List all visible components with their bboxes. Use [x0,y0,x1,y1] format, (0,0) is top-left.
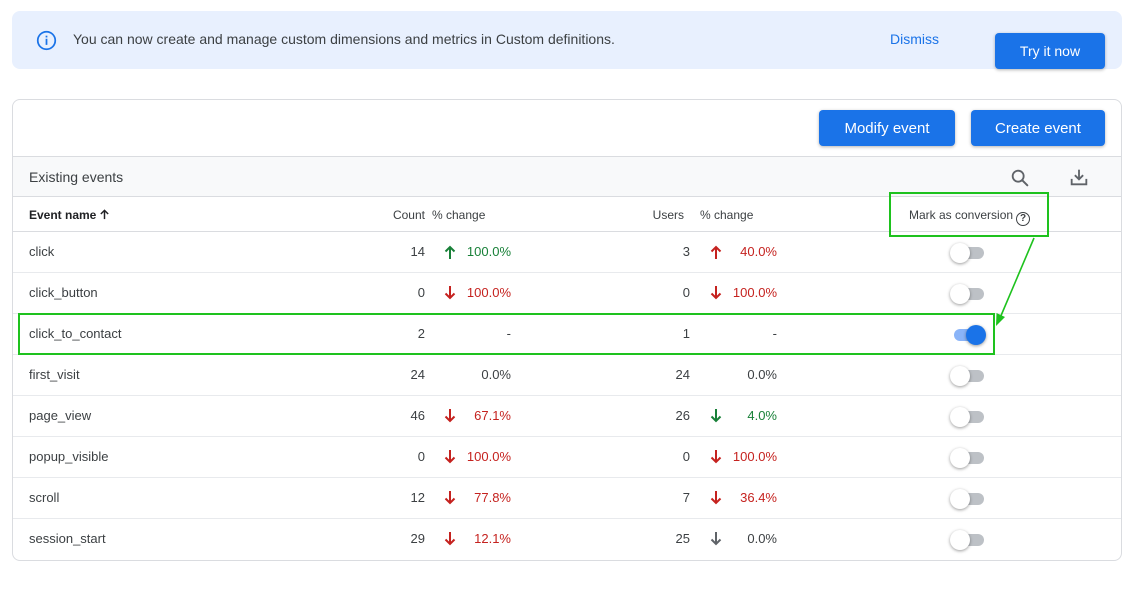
column-event-name[interactable]: Event name [29,208,110,222]
conversion-toggle[interactable] [950,366,986,386]
users-change: 36.4% [740,490,777,505]
events-table-body: click 14 100.0% 3 40.0% click_button 0 100.0% 0 1… [13,232,1121,560]
existing-events-bar: Existing events [13,156,1121,197]
toggle-knob [950,243,970,263]
banner-message: You can now create and manage custom dim… [73,31,615,47]
section-title: Existing events [29,169,124,185]
users-change: 0.0% [747,531,777,546]
event-count: 12 [410,490,425,505]
table-row[interactable]: first_visit 24 0.0% 24 0.0% [13,355,1121,396]
conversion-toggle[interactable] [950,407,986,427]
count-change: 100.0% [466,285,511,300]
events-card: Modify event Create event Existing event… [12,99,1122,561]
try-it-now-button[interactable]: Try it now [995,33,1105,69]
users-change: 40.0% [740,244,777,259]
toggle-knob [950,530,970,550]
toggle-knob [950,448,970,468]
arrow-down-icon [444,409,456,423]
arrow-down-icon [710,532,722,546]
arrow-up-icon [444,245,456,259]
dismiss-button[interactable]: Dismiss [890,31,939,47]
toggle-knob [950,284,970,304]
event-name[interactable]: scroll [29,490,59,505]
event-name[interactable]: click [29,244,54,259]
event-users: 1 [682,326,690,341]
users-change: 100.0% [732,285,777,300]
event-count: 0 [417,285,425,300]
event-name[interactable]: popup_visible [29,449,109,464]
column-users[interactable]: Users [653,208,684,222]
event-users: 0 [682,285,690,300]
table-row[interactable]: session_start 29 12.1% 25 0.0% [13,519,1121,560]
table-row[interactable]: click_button 0 100.0% 0 100.0% [13,273,1121,314]
help-icon[interactable]: ? [1016,212,1031,226]
toggle-knob [950,407,970,427]
download-icon[interactable] [1068,166,1090,188]
event-count: 14 [410,244,425,259]
event-count: 24 [410,367,425,382]
toggle-knob [950,489,970,509]
event-users: 3 [682,244,690,259]
users-change: - [772,326,777,341]
toggle-knob [950,366,970,386]
arrow-down-icon [710,409,722,423]
arrow-down-icon [444,450,456,464]
event-count: 29 [410,531,425,546]
event-name[interactable]: click_to_contact [29,326,122,341]
create-event-button[interactable]: Create event [971,110,1105,146]
event-count: 2 [417,326,425,341]
event-users: 24 [675,367,690,382]
event-users: 26 [675,408,690,423]
column-mark-as-conversion: Mark as conversion? [909,208,1031,226]
arrow-down-icon [444,491,456,505]
count-change: 0.0% [481,367,511,382]
arrow-down-icon [444,286,456,300]
table-row[interactable]: click_to_contact 2 - 1 - [13,314,1121,355]
event-users: 0 [682,449,690,464]
event-name[interactable]: page_view [29,408,91,423]
table-row[interactable]: page_view 46 67.1% 26 4.0% [13,396,1121,437]
conversion-toggle[interactable] [950,284,986,304]
column-count[interactable]: Count [393,208,425,222]
users-change: 0.0% [747,367,777,382]
conversion-toggle[interactable] [950,325,986,345]
sort-arrow-up-icon [100,209,110,220]
arrow-down-icon [444,532,456,546]
conversion-toggle[interactable] [950,243,986,263]
count-change: 100.0% [466,244,511,259]
info-banner: You can now create and manage custom dim… [12,11,1122,69]
arrow-up-icon [710,245,722,259]
count-change: 100.0% [466,449,511,464]
users-change: 4.0% [747,408,777,423]
arrow-down-icon [710,286,722,300]
event-users: 7 [682,490,690,505]
event-name[interactable]: first_visit [29,367,80,382]
table-row[interactable]: click 14 100.0% 3 40.0% [13,232,1121,273]
event-count: 0 [417,449,425,464]
search-icon[interactable] [1009,167,1031,189]
info-icon [36,30,57,51]
modify-event-button[interactable]: Modify event [819,110,955,146]
table-row[interactable]: scroll 12 77.8% 7 36.4% [13,478,1121,519]
conversion-toggle[interactable] [950,530,986,550]
conversion-toggle[interactable] [950,489,986,509]
count-change: 12.1% [474,531,511,546]
users-change: 100.0% [732,449,777,464]
count-change: 77.8% [474,490,511,505]
column-users-change[interactable]: % change [700,208,753,222]
arrow-down-icon [710,450,722,464]
table-row[interactable]: popup_visible 0 100.0% 0 100.0% [13,437,1121,478]
event-name[interactable]: click_button [29,285,98,300]
conversion-toggle[interactable] [950,448,986,468]
arrow-down-icon [710,491,722,505]
event-name[interactable]: session_start [29,531,106,546]
event-count: 46 [410,408,425,423]
table-header: Event name Count % change Users % change… [13,197,1121,232]
toggle-knob [966,325,986,345]
column-count-change[interactable]: % change [432,208,485,222]
count-change: 67.1% [474,408,511,423]
event-users: 25 [675,531,690,546]
count-change: - [506,326,511,341]
